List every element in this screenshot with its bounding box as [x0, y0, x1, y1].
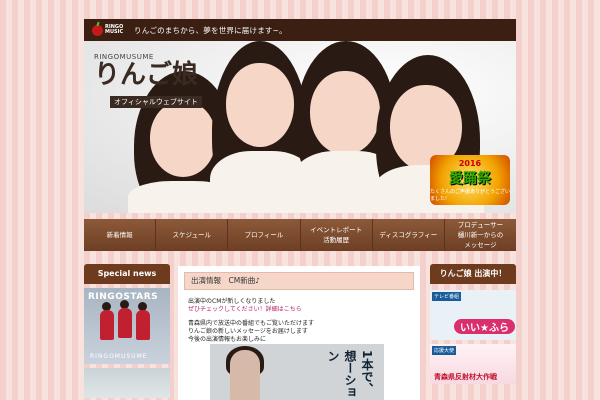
- tv-program-logo: いい★ふら: [454, 319, 515, 334]
- left-column: Special news RINGOSTARS RINGOMUSUME: [84, 264, 170, 398]
- main-nav: 新着情報 スケジュール プロフィール イベントレポート 活動履歴 ディスコグラフ…: [84, 219, 517, 251]
- event-year: 2016: [458, 158, 482, 168]
- ad-text: 1本で、想ーション: [326, 350, 374, 398]
- brand-jp: りんご娘: [94, 60, 199, 90]
- nav-event-report[interactable]: イベントレポート 活動履歴: [300, 219, 373, 251]
- brand-logo: RINGOMUSUME りんご娘 オフィシャルウェブサイト: [94, 53, 202, 108]
- nav-news[interactable]: 新着情報: [84, 219, 157, 251]
- post-link[interactable]: ぜひチェックしてください！詳細はこちら: [188, 306, 410, 314]
- event-title: 愛踊祭: [449, 170, 491, 187]
- logo-text-line2: MUSIC: [105, 29, 124, 35]
- post-line: 青森県内で放送中の番組でもご覧いただけます: [188, 320, 315, 327]
- tv-program-label: テレビ番組: [432, 292, 462, 301]
- hero-banner[interactable]: RINGOMUSUME りんご娘 オフィシャルウェブサイト 2016 愛踊祭 た…: [84, 41, 516, 213]
- right-column: りんご娘 出演中！ テレビ番組 いい★ふら 応援大使 青森県反射材大作戦: [430, 264, 516, 384]
- post-body: 出演中のCMが新しくなりました ぜひチェックしてください！詳細はこちら 青森県内…: [178, 290, 420, 352]
- ringo-music-logo[interactable]: RINGO MUSIC: [92, 24, 130, 36]
- special-news-image[interactable]: RINGOSTARS RINGOMUSUME: [84, 288, 170, 364]
- logo-text: RINGO MUSIC: [105, 25, 123, 35]
- post-title[interactable]: 出演情報 CM新曲♪: [184, 272, 414, 290]
- post-line: りんご娘の新しいメッセージをお届けします: [188, 328, 308, 335]
- ambassador-banner[interactable]: 応援大使 青森県反射材大作戦: [430, 344, 516, 384]
- ambassador-title: 青森県反射材大作戦: [434, 373, 497, 381]
- post-line: 今後の出演情報もお楽しみに: [188, 336, 267, 343]
- apple-icon: [92, 24, 103, 36]
- site-tagline: りんごのまちから、夢を世界に届けます~。: [134, 25, 287, 35]
- nav-producer-message[interactable]: プロデューサー 樋川新一からの メッセージ: [444, 219, 517, 251]
- special-news-heading: Special news: [84, 264, 170, 284]
- top-bar: RINGO MUSIC りんごのまちから、夢を世界に届けます~。: [84, 19, 516, 41]
- post-line: 出演中のCMが新しくなりました: [188, 298, 276, 305]
- event-note: たくさんのご声援ありがとうございました!: [430, 188, 511, 202]
- event-banner[interactable]: 2016 愛踊祭 たくさんのご声援ありがとうございました!: [430, 155, 510, 205]
- main-content: 出演情報 CM新曲♪ 出演中のCMが新しくなりました ぜひチェックしてください！…: [178, 266, 420, 400]
- tv-program-banner[interactable]: テレビ番組 いい★ふら: [430, 290, 516, 340]
- appearing-heading: りんご娘 出演中！: [430, 264, 516, 284]
- nav-discography[interactable]: ディスコグラフィー: [372, 219, 445, 251]
- ambassador-label: 応援大使: [432, 346, 457, 355]
- page-wrapper: RINGO MUSIC りんごのまちから、夢を世界に届けます~。 RINGOMU…: [84, 0, 517, 400]
- special-img-subtitle: RINGOMUSUME: [90, 353, 148, 360]
- nav-profile[interactable]: プロフィール: [228, 219, 301, 251]
- post-image[interactable]: 1本で、想ーション: [210, 344, 384, 400]
- nav-schedule[interactable]: スケジュール: [156, 219, 229, 251]
- special-news-image-2[interactable]: [84, 368, 170, 398]
- brand-subtitle: オフィシャルウェブサイト: [110, 96, 202, 108]
